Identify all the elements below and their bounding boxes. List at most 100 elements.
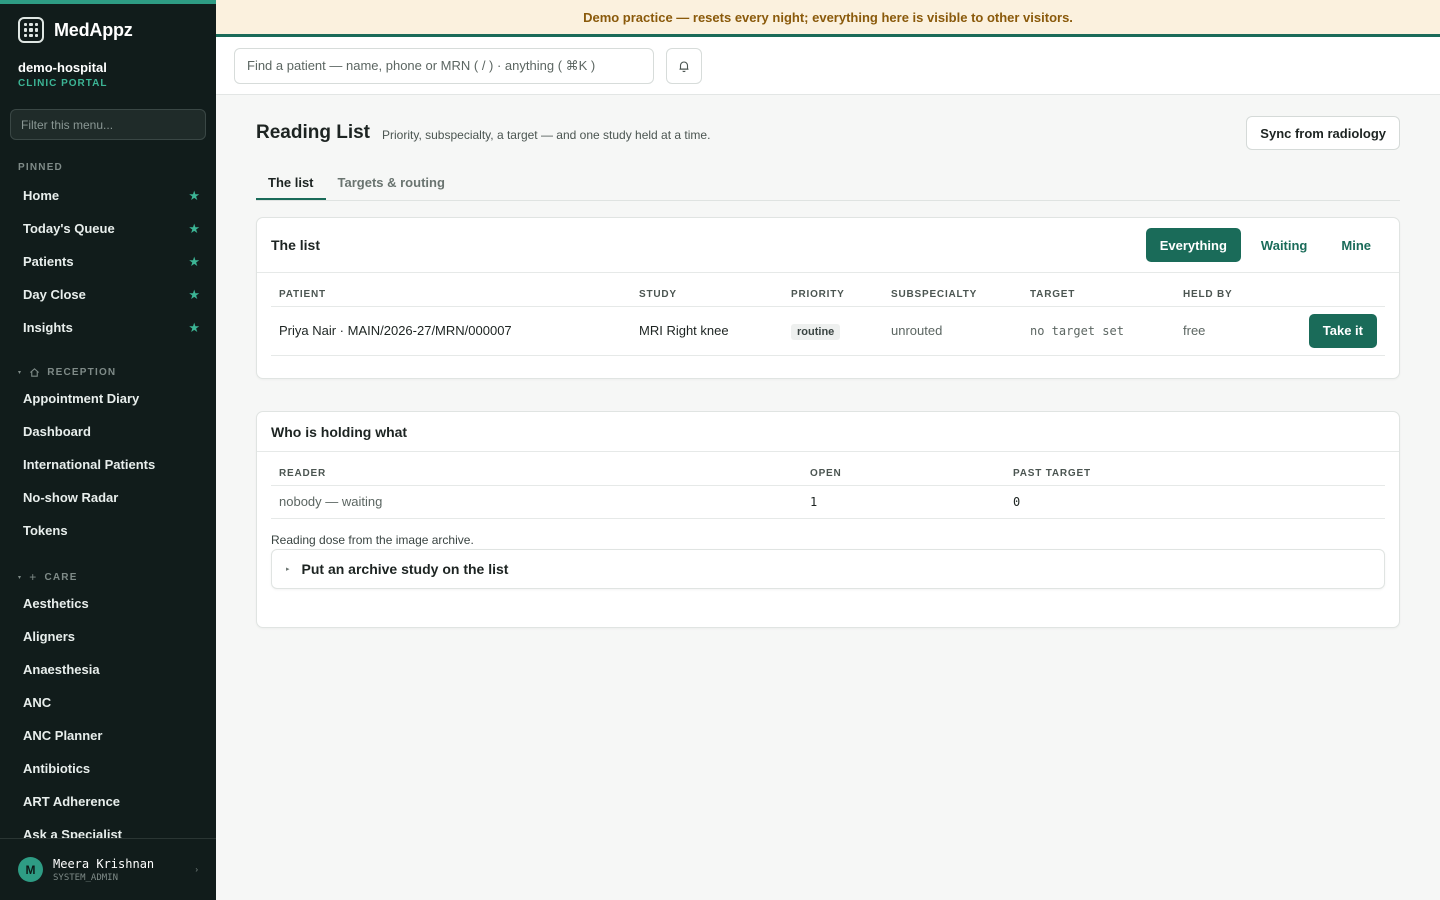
user-role: SYSTEM_ADMIN [53, 872, 119, 883]
star-icon[interactable]: ★ [188, 188, 200, 204]
patient-search-placeholder: Find a patient — name, phone or MRN ( / … [247, 57, 596, 73]
sidebar-item-label: Day Close [23, 287, 86, 302]
sidebar-item-dashboard[interactable]: Dashboard [0, 415, 216, 448]
sidebar-item-art-adherence[interactable]: ART Adherence [0, 785, 216, 818]
cell-priority: routine [783, 306, 883, 356]
sidebar-item-anc-planner[interactable]: ANC Planner [0, 719, 216, 752]
table-header-row: PATIENT STUDY PRIORITY SUBSPECIALTY TARG… [271, 278, 1385, 307]
column-header-subspecialty: SUBSPECIALTY [883, 278, 1022, 307]
star-icon[interactable]: ★ [188, 287, 200, 303]
demo-banner: Demo practice — resets every night; ever… [216, 0, 1440, 37]
sidebar-item-anaesthesia[interactable]: Anaesthesia [0, 653, 216, 686]
column-header-study: STUDY [631, 278, 783, 307]
column-header-priority: PRIORITY [783, 278, 883, 307]
section-toggle-reception[interactable]: ▾ RECEPTION [0, 365, 216, 379]
sync-from-radiology-button[interactable]: Sync from radiology [1246, 116, 1400, 150]
app-name: MedAppz [54, 19, 133, 40]
list-card-title: The list [271, 237, 321, 253]
org-name: demo-hospital [18, 60, 107, 75]
sidebar-item-label: Today's Queue [23, 221, 115, 236]
cell-target: no target set [1022, 306, 1175, 356]
page-subtitle: Priority, subspecialty, a target — and o… [382, 127, 711, 142]
sidebar-item-insights[interactable]: Insights ★ [0, 311, 216, 344]
tab-targets-routing[interactable]: Targets & routing [326, 171, 457, 200]
archive-note: Reading dose from the image archive. [271, 532, 474, 547]
sidebar-item-label: Aesthetics [23, 596, 89, 611]
list-card: The list Everything Waiting Mine PATIENT… [256, 217, 1400, 379]
org-subtitle: CLINIC PORTAL [18, 78, 108, 89]
user-menu[interactable]: M Meera Krishnan SYSTEM_ADMIN › [0, 838, 216, 900]
plus-icon: + [29, 570, 38, 584]
home-icon [30, 367, 40, 377]
filter-everything[interactable]: Everything [1145, 228, 1241, 262]
cell-subspecialty: unrouted [883, 306, 1022, 356]
sidebar-item-day-close[interactable]: Day Close ★ [0, 278, 216, 311]
archive-study-disclosure-label: Put an archive study on the list [301, 560, 509, 577]
holding-card: Who is holding what READER OPEN PAST TAR… [256, 411, 1400, 628]
menu-filter-input[interactable]: Filter this menu... [10, 109, 206, 140]
topbar: Find a patient — name, phone or MRN ( / … [216, 37, 1440, 95]
take-it-button[interactable]: Take it [1308, 313, 1377, 348]
holding-card-title: Who is holding what [271, 423, 408, 440]
cell-study: MRI Right knee [631, 306, 783, 356]
sidebar-item-label: Aligners [23, 629, 76, 644]
caret-down-icon: ▾ [18, 574, 23, 581]
tab-bar: The list Targets & routing [256, 171, 1400, 201]
cell-reader: nobody — waiting [271, 485, 802, 519]
caret-right-icon: ▸ [286, 565, 290, 573]
patient-search-input[interactable]: Find a patient — name, phone or MRN ( / … [234, 47, 654, 84]
sidebar-item-tokens[interactable]: Tokens [0, 514, 216, 547]
table-header-row: READER OPEN PAST TARGET [271, 457, 1385, 486]
priority-badge: routine [791, 324, 841, 340]
column-header-held-by: HELD BY [1175, 278, 1255, 307]
menu-filter-placeholder: Filter this menu... [21, 117, 114, 132]
filter-waiting[interactable]: Waiting [1247, 228, 1321, 262]
holding-table-wrap: READER OPEN PAST TARGET nobody — waiting… [257, 452, 1399, 519]
sidebar-item-international-patients[interactable]: International Patients [0, 448, 216, 481]
cell-past-target: 0 [1005, 485, 1385, 519]
bell-icon [679, 60, 689, 72]
care-list: Aesthetics Aligners Anaesthesia ANC ANC … [0, 587, 216, 851]
list-table-wrap: PATIENT STUDY PRIORITY SUBSPECIALTY TARG… [257, 273, 1399, 356]
caret-down-icon: ▾ [18, 369, 23, 376]
reception-list: Appointment Diary Dashboard Internationa… [0, 382, 216, 547]
filter-mine[interactable]: Mine [1327, 228, 1385, 262]
column-header-open: OPEN [802, 457, 1005, 486]
sidebar-item-home[interactable]: Home ★ [0, 179, 216, 212]
section-label-reception: RECEPTION [47, 366, 117, 378]
column-header-past-target: PAST TARGET [1005, 457, 1385, 486]
sidebar-item-label: Home [23, 188, 60, 203]
tab-the-list[interactable]: The list [256, 171, 326, 200]
sidebar-item-todays-queue[interactable]: Today's Queue ★ [0, 212, 216, 245]
demo-banner-text: Demo practice — resets every night; ever… [583, 9, 1073, 25]
star-icon[interactable]: ★ [188, 221, 200, 237]
page-title: Reading List [256, 122, 371, 143]
sidebar-item-antibiotics[interactable]: Antibiotics [0, 752, 216, 785]
sidebar-item-patients[interactable]: Patients ★ [0, 245, 216, 278]
column-header-action [1255, 278, 1385, 307]
sidebar-item-label: ART Adherence [23, 794, 121, 809]
org-info: demo-hospital CLINIC PORTAL [0, 42, 216, 89]
sidebar-item-label: ANC Planner [23, 728, 103, 743]
archive-study-disclosure[interactable]: ▸ Put an archive study on the list [271, 548, 1385, 589]
star-icon[interactable]: ★ [188, 254, 200, 270]
cell-held-by: free [1175, 306, 1255, 356]
table-row[interactable]: Priya Nair · MAIN/2026-27/MRN/000007 MRI… [271, 306, 1385, 356]
notifications-button[interactable] [666, 47, 702, 84]
sidebar-item-label: Insights [23, 320, 73, 335]
sidebar-item-anc[interactable]: ANC [0, 686, 216, 719]
sidebar-item-no-show-radar[interactable]: No-show Radar [0, 481, 216, 514]
sidebar-item-appointment-diary[interactable]: Appointment Diary [0, 382, 216, 415]
column-header-target: TARGET [1022, 278, 1175, 307]
section-toggle-care[interactable]: ▾ + CARE [0, 570, 216, 584]
sidebar-item-label: Anaesthesia [23, 662, 100, 677]
chevron-icon: › [195, 865, 198, 874]
avatar: M [18, 857, 43, 882]
sidebar-item-aligners[interactable]: Aligners [0, 620, 216, 653]
reading-list-table: PATIENT STUDY PRIORITY SUBSPECIALTY TARG… [271, 278, 1385, 356]
sidebar-item-aesthetics[interactable]: Aesthetics [0, 587, 216, 620]
sidebar-item-label: Antibiotics [23, 761, 91, 776]
brand[interactable]: MedAppz [0, 4, 216, 43]
star-icon[interactable]: ★ [188, 320, 200, 336]
sidebar-item-label: Tokens [23, 523, 68, 538]
